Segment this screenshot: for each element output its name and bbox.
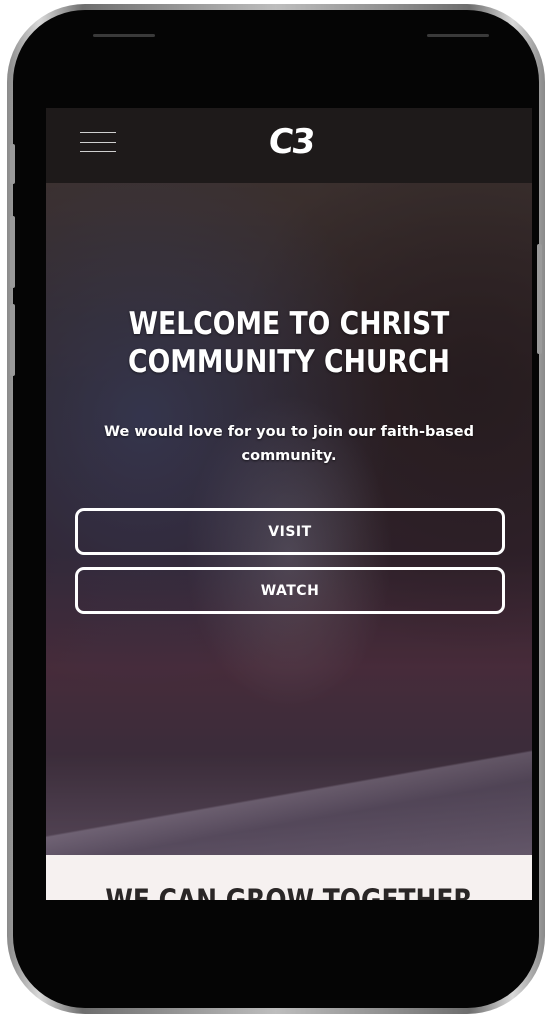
volume-up-button <box>10 216 15 288</box>
hero-section: WELCOME TO CHRIST COMMUNITY CHURCH We wo… <box>46 183 532 863</box>
grow-together-section: WE CAN GROW TOGETHER <box>46 855 532 900</box>
watch-button[interactable]: WATCH <box>75 567 505 614</box>
hero-subtitle: We would love for you to join our faith-… <box>104 424 474 464</box>
volume-down-button <box>10 304 15 376</box>
visit-button[interactable]: VISIT <box>75 508 505 555</box>
site-header: C3 <box>46 108 532 183</box>
speaker-grille-left <box>93 34 155 37</box>
site-logo[interactable]: C3 <box>256 122 326 162</box>
speaker-grille-right <box>427 34 489 37</box>
hero-title: WELCOME TO CHRIST COMMUNITY CHURCH <box>128 306 450 380</box>
section-heading: WE CAN GROW TOGETHER <box>105 883 473 900</box>
hero-background-image <box>46 743 532 863</box>
power-button <box>537 244 542 354</box>
hamburger-menu-icon[interactable] <box>80 132 116 152</box>
mute-switch <box>10 144 15 184</box>
phone-screen: C3 WELCOME TO CHRIST COMMUNITY CHURCH We… <box>46 108 532 900</box>
